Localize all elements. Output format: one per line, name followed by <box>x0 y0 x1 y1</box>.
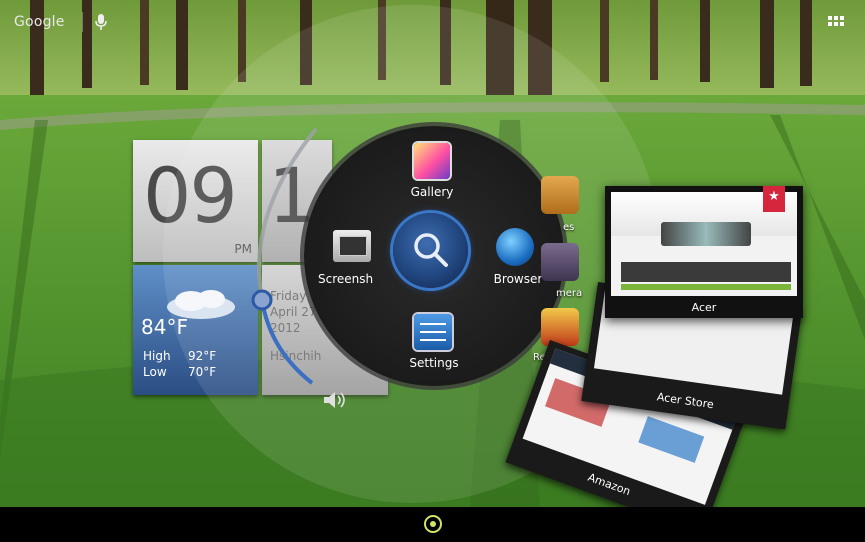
settings-label: Settings <box>409 356 459 370</box>
home-button[interactable] <box>424 515 442 533</box>
gallery-icon[interactable] <box>414 143 450 179</box>
racing-app-icon[interactable] <box>541 308 579 346</box>
settings-icon[interactable] <box>414 314 452 350</box>
grid-icon[interactable] <box>828 16 844 30</box>
recent-card-acer-label: Acer <box>691 301 717 314</box>
camera-app-icon[interactable] <box>541 243 579 281</box>
globe-icon[interactable] <box>496 228 534 266</box>
microphone-icon[interactable] <box>94 13 108 31</box>
divider <box>82 12 83 32</box>
recent-card-acer[interactable]: ★ Acer <box>605 186 803 318</box>
gallery-label: Gallery <box>410 185 454 199</box>
screenshot-icon[interactable] <box>333 230 371 262</box>
home-screen: Google 09 PM 1 84°F High 92°F Low 70°F F… <box>0 0 865 542</box>
screenshot-label: Screensh <box>318 272 374 286</box>
app-label-2: mera <box>556 288 583 299</box>
app-label-1: es <box>563 222 575 233</box>
google-search-label: Google <box>14 14 65 30</box>
search-button[interactable] <box>393 213 468 288</box>
search-icon <box>414 233 448 267</box>
folder-app-icon[interactable] <box>541 176 579 214</box>
google-search[interactable]: Google <box>14 14 65 30</box>
weather-low-label: Low <box>143 365 167 379</box>
home-dot-icon <box>430 521 436 527</box>
weather-high-label: High <box>143 349 171 363</box>
bookmark-star-icon: ★ <box>763 186 785 212</box>
browser-label: Browser <box>493 272 543 286</box>
speaker-icon <box>324 392 345 408</box>
